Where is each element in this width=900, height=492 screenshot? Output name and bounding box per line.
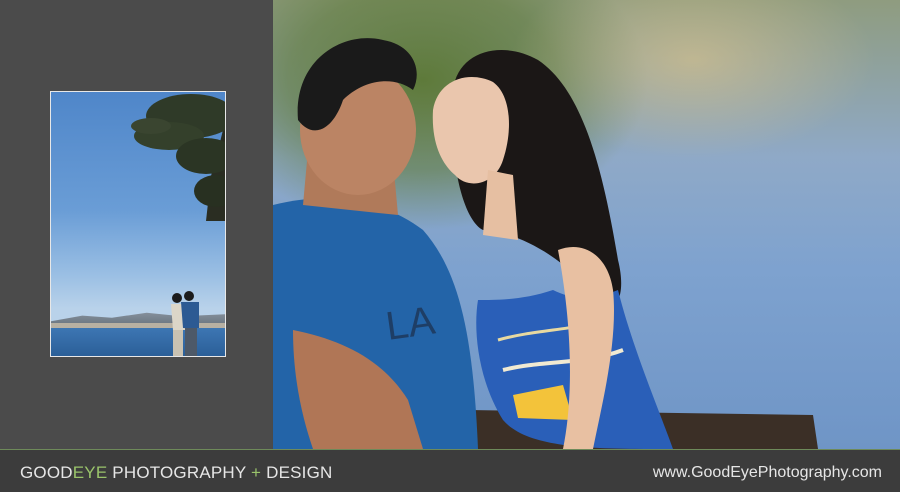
cypress-tree xyxy=(131,94,225,221)
brand-plus: + xyxy=(251,463,262,482)
thumbnail-couple xyxy=(171,291,199,356)
thumbnail-photo[interactable] xyxy=(50,91,226,357)
brand-eye: EYE xyxy=(72,463,108,482)
footer-bar: GOODEYE PHOTOGRAPHY + DESIGN www.GoodEye… xyxy=(0,449,900,492)
brand-good: GOOD xyxy=(20,463,73,482)
main-photo[interactable]: LA xyxy=(273,0,900,449)
shirt-print: LA xyxy=(383,298,438,348)
woman-face xyxy=(432,77,509,184)
left-panel xyxy=(0,0,272,449)
brand-photography: PHOTOGRAPHY xyxy=(107,463,252,482)
couple-illustration: LA xyxy=(273,38,818,449)
website-link[interactable]: www.GoodEyePhotography.com xyxy=(653,464,882,482)
brand-design: DESIGN xyxy=(261,463,333,482)
brand-logo[interactable]: GOODEYE PHOTOGRAPHY + DESIGN xyxy=(20,463,333,483)
